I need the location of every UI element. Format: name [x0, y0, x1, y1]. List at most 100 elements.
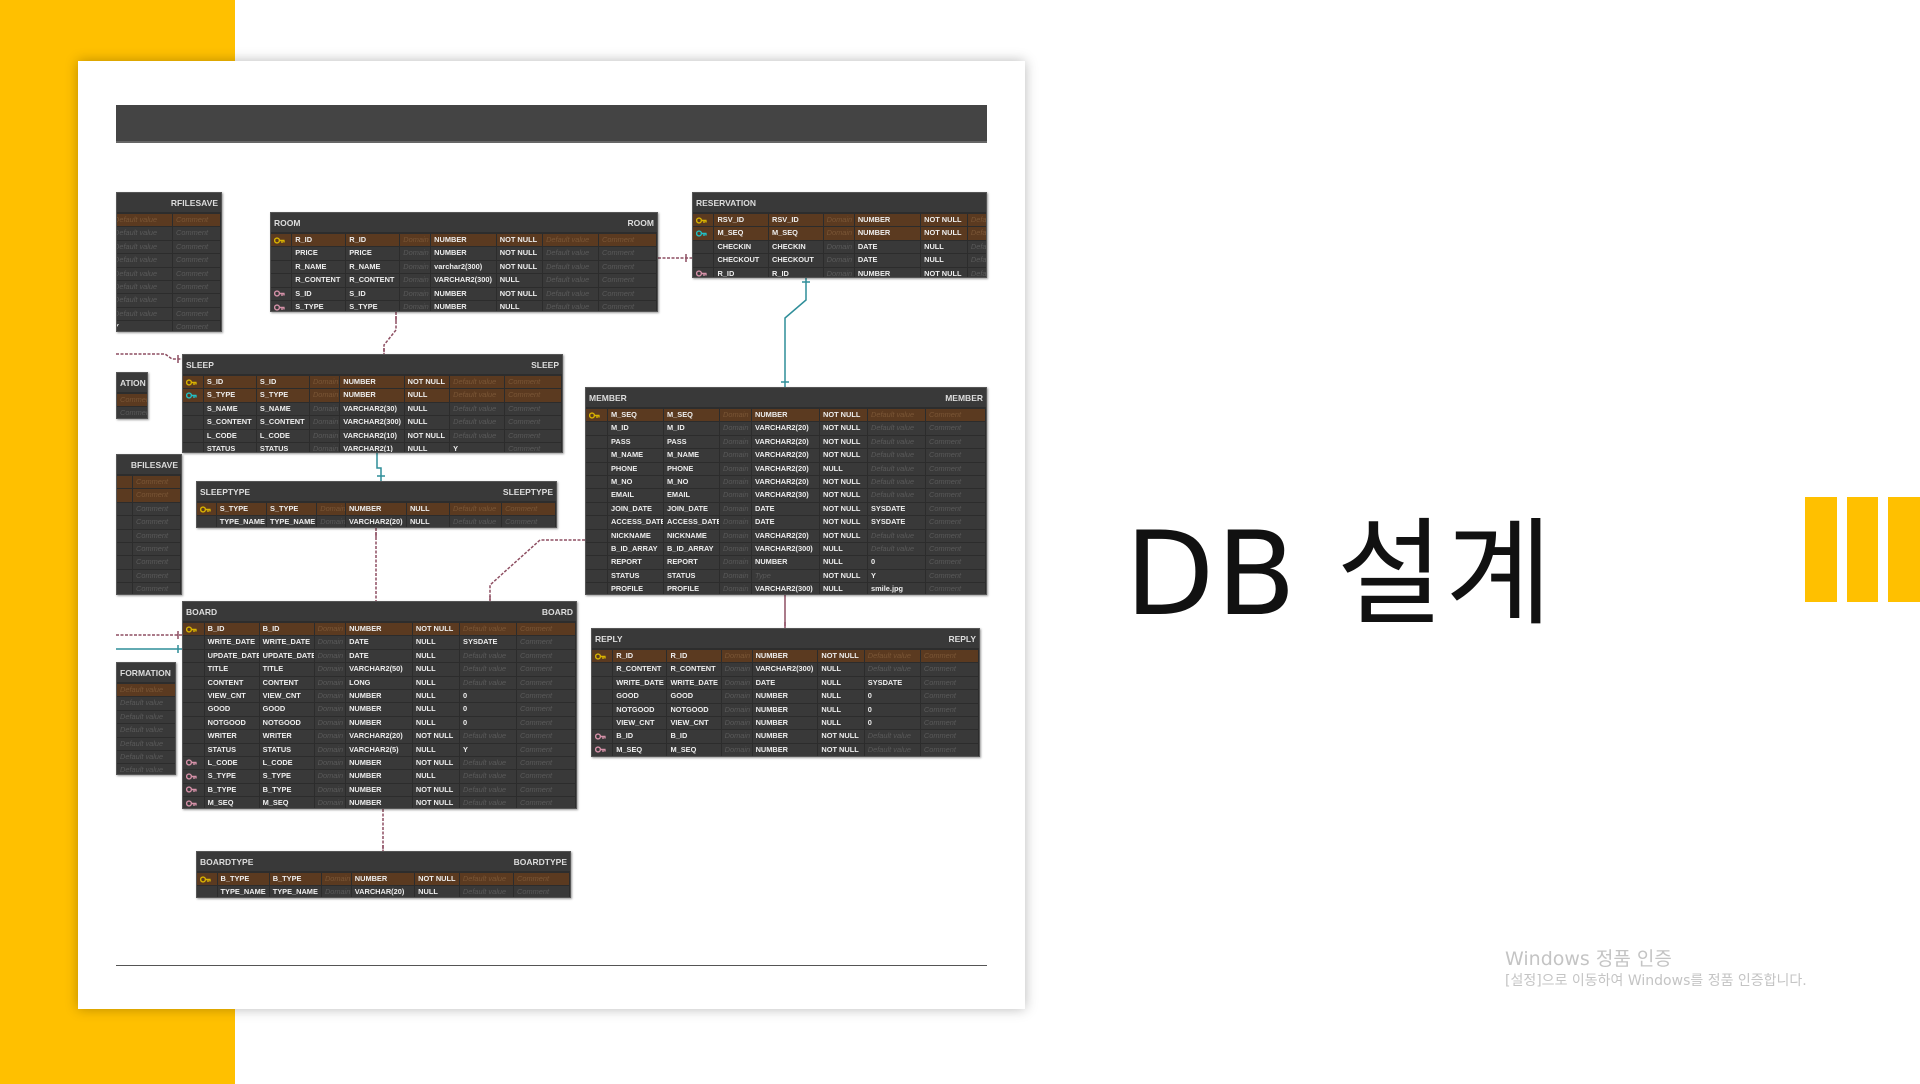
- comment-cell[interactable]: Comment: [926, 583, 986, 594]
- domain-cell[interactable]: Domain: [720, 409, 752, 423]
- domain-cell[interactable]: Domain: [321, 873, 352, 887]
- nullability-cell[interactable]: NOT NULL: [415, 873, 460, 887]
- data-type-cell[interactable]: DATE: [854, 240, 922, 255]
- table-row[interactable]: NICKNAME NICKNAME Domain VARCHAR2(20) NOT NU…: [586, 529, 986, 543]
- nullability-cell[interactable]: NOT NULL: [496, 260, 544, 275]
- default-value-cell[interactable]: Default value: [865, 743, 921, 756]
- physical-name-cell[interactable]: VIEW_CNT: [259, 689, 315, 704]
- default-value-cell[interactable]: Y: [450, 442, 506, 452]
- table-row[interactable]: M_SEQM_SEQDomainNUMBERNOT NULLDefault va…: [693, 227, 986, 241]
- table-row[interactable]: UPDATE_DATE UPDATE_DATE Domain DATE NULL Defa…: [183, 649, 576, 664]
- table-row[interactable]: Default valueComment: [117, 751, 175, 765]
- comment-cell[interactable]: Comment: [505, 376, 562, 390]
- data-type-cell[interactable]: NUMBER: [345, 503, 407, 517]
- default-value-cell[interactable]: Default value: [117, 751, 175, 765]
- table-row[interactable]: CONTENT CONTENT Domain LONG NULL Default valu…: [183, 676, 576, 690]
- data-type-cell[interactable]: NUMBER: [431, 247, 497, 261]
- logical-name-cell[interactable]: STATUS: [204, 442, 257, 452]
- physical-name-cell[interactable]: WRITE_DATE: [259, 636, 315, 650]
- data-type-cell[interactable]: VARCHAR2(20): [752, 449, 820, 463]
- logical-name-cell[interactable]: CHECKOUT: [714, 254, 770, 268]
- physical-name-cell[interactable]: S_NAME: [256, 402, 310, 417]
- comment-cell[interactable]: Comment: [502, 516, 556, 527]
- default-value-cell[interactable]: Default value: [543, 287, 600, 301]
- data-type-cell[interactable]: NUMBER: [346, 770, 413, 784]
- data-type-cell[interactable]: DATE: [346, 649, 413, 664]
- default-value-cell[interactable]: Default value: [117, 697, 175, 711]
- physical-name-cell[interactable]: M_NAME: [664, 449, 720, 463]
- nullability-cell[interactable]: NULL: [820, 462, 868, 476]
- nullability-cell[interactable]: NULL: [818, 703, 865, 717]
- data-type-cell[interactable]: NUMBER: [753, 743, 819, 756]
- domain-cell[interactable]: Domain: [400, 260, 432, 275]
- comment-cell[interactable]: Comment: [505, 389, 562, 403]
- data-type-cell[interactable]: NUMBER: [431, 287, 497, 301]
- physical-name-cell[interactable]: PROFILE: [664, 583, 720, 594]
- data-type-cell[interactable]: VARCHAR(20): [352, 886, 416, 897]
- table-row[interactable]: M_ID M_ID Domain VARCHAR2(20) NOT NULL Defaul…: [586, 422, 986, 436]
- physical-name-cell[interactable]: S_TYPE: [266, 503, 318, 517]
- table-row[interactable]: WRITER WRITER Domain VARCHAR2(20) NOT NULL De…: [183, 730, 576, 744]
- logical-name-cell[interactable]: VIEW_CNT: [613, 716, 668, 731]
- table-row[interactable]: STATUS STATUS Domain VARCHAR2(5) NULL Y Commen…: [183, 743, 576, 757]
- table-row[interactable]: Default valueComment: [117, 583, 181, 594]
- table-row[interactable]: Default valueComment: [117, 280, 221, 295]
- logical-name-cell[interactable]: UPDATE_DATE: [204, 649, 260, 664]
- table-row[interactable]: Default valueComment: [117, 556, 181, 570]
- domain-cell[interactable]: Domain: [309, 429, 341, 443]
- table-row[interactable]: WRITE_DATE WRITE_DATE Domain DATE NULL SYSDAT…: [592, 676, 979, 691]
- nullability-cell[interactable]: NOT NULL: [820, 435, 868, 450]
- table-row[interactable]: Default valueComment: [117, 542, 181, 557]
- table-row[interactable]: Default valueComment: [117, 724, 175, 738]
- comment-cell[interactable]: Comment: [926, 529, 986, 543]
- nullability-cell[interactable]: NULL: [412, 716, 461, 731]
- table-row[interactable]: CHECKOUTCHECKOUTDomainDATENULLDefault va…: [693, 254, 986, 268]
- default-value-cell[interactable]: Default value: [460, 886, 514, 897]
- table-row[interactable]: S_NAME S_NAME Domain VARCHAR2(30) NULL Defaul…: [183, 402, 562, 417]
- comment-cell[interactable]: Comment: [517, 783, 576, 798]
- comment-cell[interactable]: Comment: [517, 756, 576, 771]
- data-type-cell[interactable]: VARCHAR2(20): [346, 516, 407, 527]
- physical-name-cell[interactable]: NICKNAME: [664, 529, 720, 543]
- physical-name-cell[interactable]: GOOD: [667, 690, 722, 704]
- table-row[interactable]: GOOD GOOD Domain NUMBER NULL 0 Comment: [592, 690, 979, 704]
- comment-cell[interactable]: Comment: [133, 516, 181, 530]
- domain-cell[interactable]: Domain: [823, 240, 855, 255]
- logical-name-cell[interactable]: STATUS: [204, 743, 260, 757]
- physical-name-cell[interactable]: UPDATE_DATE: [259, 649, 315, 664]
- data-type-cell[interactable]: NUMBER: [346, 756, 413, 771]
- default-value-cell[interactable]: Default value: [868, 409, 926, 423]
- physical-name-cell[interactable]: CHECKIN: [769, 240, 824, 255]
- nullability-cell[interactable]: NULL: [412, 663, 461, 677]
- table-reservation[interactable]: RESERVATIONRRSV_IDRSV_IDDomainNUMBERNOT …: [692, 192, 987, 278]
- comment-cell[interactable]: Comment: [920, 730, 979, 744]
- nullability-cell[interactable]: NOT NULL: [412, 756, 461, 771]
- table-header[interactable]: MEMBER MEMBER: [586, 388, 986, 409]
- logical-name-cell[interactable]: NOTGOOD: [613, 703, 668, 717]
- logical-name-cell[interactable]: REPORT: [608, 556, 664, 570]
- data-type-cell[interactable]: NUMBER: [854, 214, 922, 228]
- default-value-cell[interactable]: Default value: [117, 294, 173, 308]
- domain-cell[interactable]: Domain: [722, 743, 753, 756]
- table-row[interactable]: VIEW_CNT VIEW_CNT Domain NUMBER NULL 0 Comment: [183, 689, 576, 704]
- table-row[interactable]: S_TYPE S_TYPE Domain NUMBER NULL Default valu…: [271, 300, 657, 311]
- physical-name-cell[interactable]: L_CODE: [256, 429, 310, 443]
- nullability-cell[interactable]: NOT NULL: [818, 650, 865, 664]
- default-value-cell[interactable]: Default value: [968, 268, 986, 277]
- table-row[interactable]: PASS PASS Domain VARCHAR2(20) NOT NULL Defaul…: [586, 435, 986, 450]
- physical-name-cell[interactable]: S_ID: [346, 287, 401, 301]
- data-type-cell[interactable]: VARCHAR2(20): [752, 435, 820, 450]
- table-row[interactable]: TITLE TITLE Domain VARCHAR2(50) NULL Default …: [183, 663, 576, 677]
- domain-cell[interactable]: Domain: [721, 663, 753, 677]
- physical-name-cell[interactable]: VIEW_CNT: [667, 716, 722, 731]
- default-value-cell[interactable]: Default value: [117, 214, 173, 228]
- table-row[interactable]: STATUS STATUS Domain Type NOT NULL Y Comment: [586, 569, 986, 584]
- default-value-cell[interactable]: Default value: [450, 416, 506, 430]
- physical-name-cell[interactable]: STATUS: [259, 743, 315, 757]
- comment-cell[interactable]: Comment: [133, 542, 181, 557]
- default-value-cell[interactable]: Default value: [967, 227, 986, 241]
- default-value-cell[interactable]: 0: [460, 716, 518, 731]
- nullability-cell[interactable]: NULL: [820, 583, 868, 594]
- domain-cell[interactable]: Domain: [314, 623, 347, 637]
- physical-name-cell[interactable]: NOTGOOD: [259, 716, 315, 731]
